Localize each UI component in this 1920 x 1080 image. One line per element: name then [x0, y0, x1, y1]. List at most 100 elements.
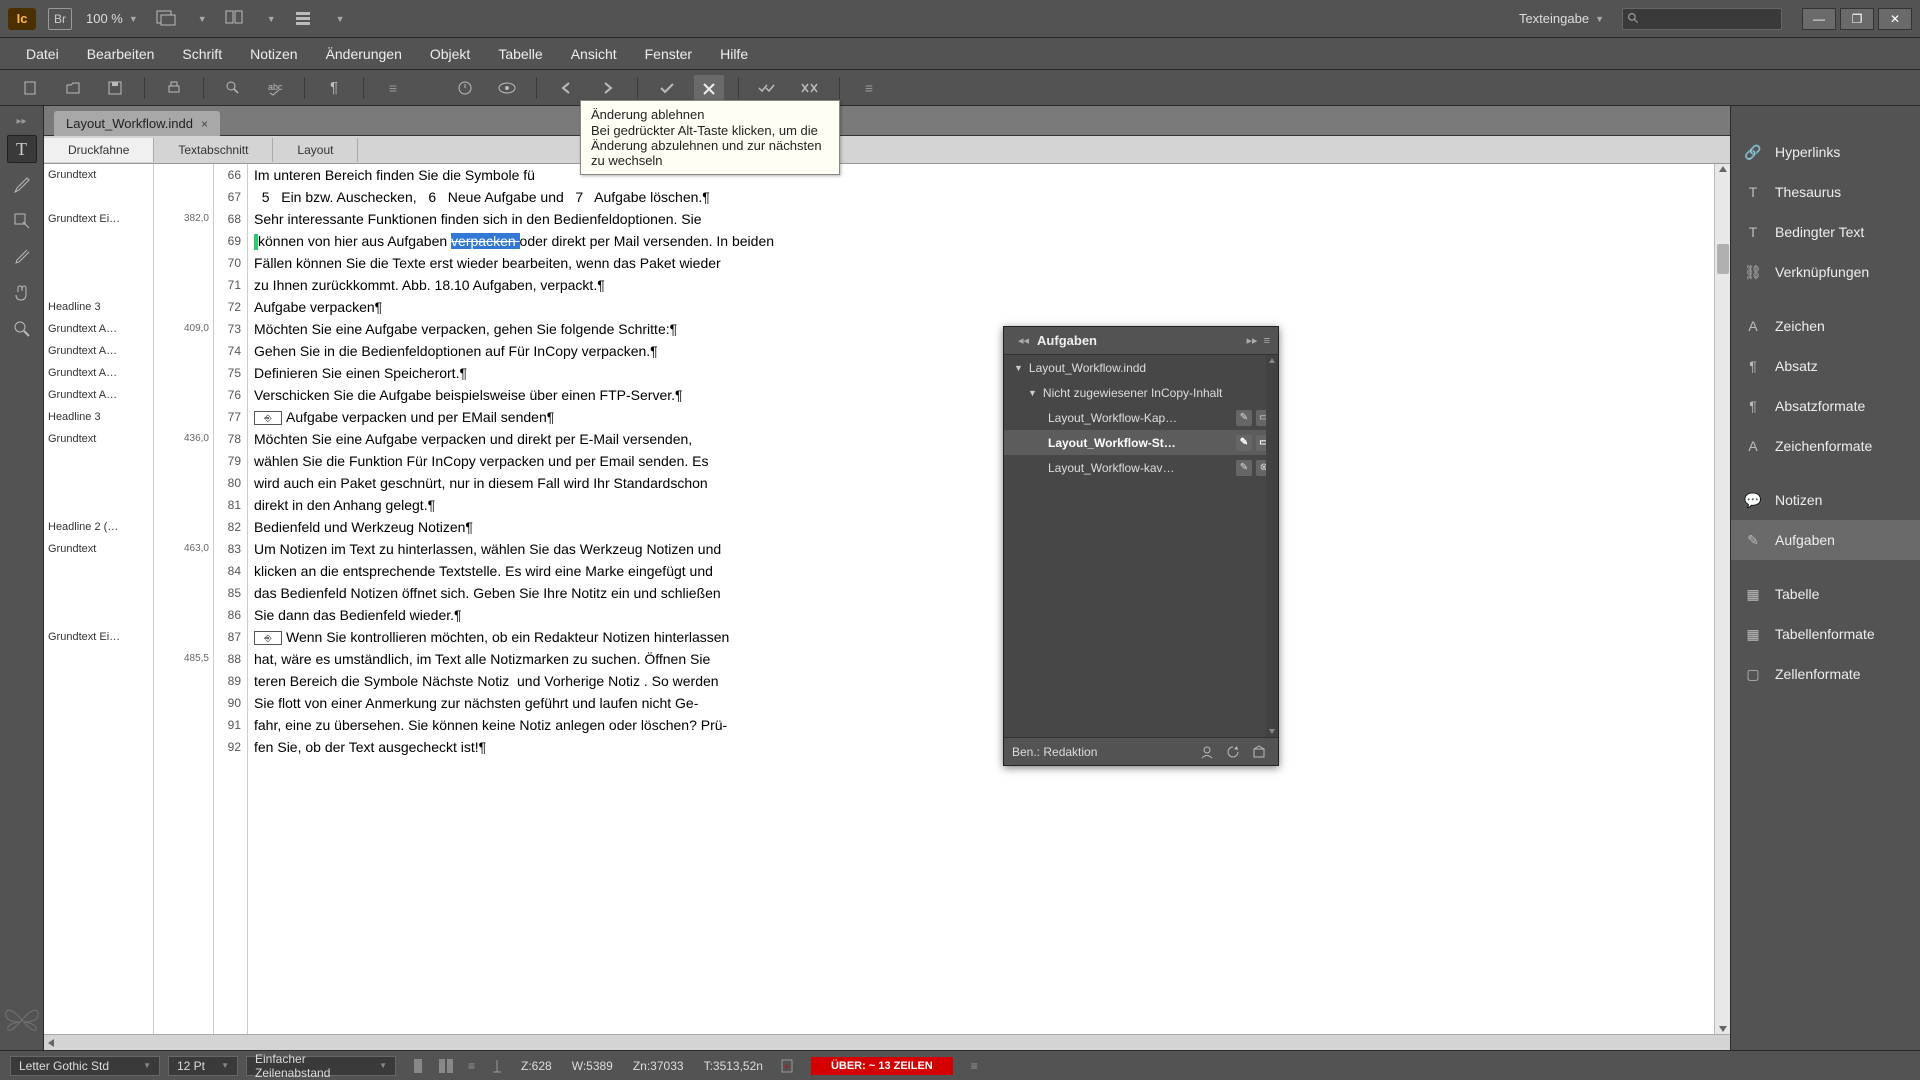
panel-tab-tabellenformate[interactable]: ▦Tabellenformate	[1731, 614, 1920, 654]
search-input[interactable]	[1622, 8, 1782, 30]
menu-ansicht[interactable]: Ansicht	[557, 40, 631, 68]
workspace-dropdown-icon[interactable]: ▼	[1595, 14, 1604, 24]
text-line[interactable]: direkt in den Anhang gelegt.¶	[254, 494, 1714, 516]
menu-objekt[interactable]: Objekt	[416, 40, 484, 68]
disclosure-icon[interactable]: ▼	[1014, 363, 1023, 373]
toolbar-menu-2-icon[interactable]: ≡	[854, 75, 884, 101]
screen-mode-icon[interactable]	[156, 10, 178, 28]
panel-tab-absatz[interactable]: ¶Absatz	[1731, 346, 1920, 386]
zoom-dropdown-icon[interactable]: ▼	[129, 14, 138, 24]
text-line[interactable]: wird auch ein Paket geschnürt, nur in di…	[254, 472, 1714, 494]
text-line[interactable]: Definieren Sie einen Speicherort.¶	[254, 362, 1714, 384]
toolbar-menu-icon[interactable]: ≡	[378, 75, 408, 101]
aufgaben-item[interactable]: Layout_Workflow-Str…✎▭	[1004, 430, 1278, 455]
arrange-dropdown-icon[interactable]: ▼	[267, 14, 276, 24]
paragraph-marks-icon[interactable]: ¶	[319, 75, 349, 101]
text-line[interactable]: Um Notizen im Text zu hinterlassen, wähl…	[254, 538, 1714, 560]
type-tool-icon[interactable]: T	[7, 135, 37, 163]
menu-schrift[interactable]: Schrift	[168, 40, 236, 68]
prev-change-icon[interactable]	[551, 75, 581, 101]
text-line[interactable]: Möchten Sie eine Aufgabe verpacken und d…	[254, 428, 1714, 450]
hand-tool-icon[interactable]	[7, 279, 37, 307]
edit-icon[interactable]: ✎	[1236, 435, 1252, 451]
horizontal-scrollbar[interactable]	[44, 1034, 1730, 1050]
text-line[interactable]: Verschicken Sie die Aufgabe beispielswei…	[254, 384, 1714, 406]
text-line[interactable]: Sie flott von einer Anmerkung zur nächst…	[254, 692, 1714, 714]
tracked-deletion[interactable]: verpacken	[451, 233, 519, 249]
leading-selector[interactable]: Einfacher Zeilenabstand▼	[246, 1056, 396, 1076]
text-line[interactable]: Sie dann das Bedienfeld wieder.¶	[254, 604, 1714, 626]
text-line[interactable]: ⎆Wenn Sie kontrollieren möchten, ob ein …	[254, 626, 1714, 648]
panel-tab-zeichen[interactable]: AZeichen	[1731, 306, 1920, 346]
reject-all-icon[interactable]	[795, 75, 825, 101]
aufgaben-item[interactable]: Layout_Workflow-kave-6…✎⊗	[1004, 455, 1278, 480]
text-line[interactable]: teren Bereich die Symbole Nächste Notiz …	[254, 670, 1714, 692]
text-line[interactable]: zu Ihnen zurückkommt. Abb. 18.10 Aufgabe…	[254, 274, 1714, 296]
note-tool-icon[interactable]	[7, 171, 37, 199]
text-line[interactable]: fahr, eine zu übersehen. Sie können kein…	[254, 714, 1714, 736]
new-icon[interactable]	[16, 75, 46, 101]
panel-scrollbar[interactable]	[1266, 355, 1278, 737]
workspace-label[interactable]: Texteingabe	[1519, 11, 1589, 26]
column-single-icon[interactable]	[406, 1056, 430, 1076]
text-line[interactable]: wählen Sie die Funktion Für InCopy verpa…	[254, 450, 1714, 472]
zoom-level[interactable]: 100 %	[86, 11, 123, 26]
menu-aenderungen[interactable]: Änderungen	[312, 40, 416, 68]
next-change-icon[interactable]	[593, 75, 623, 101]
menu-bearbeiten[interactable]: Bearbeiten	[73, 40, 169, 68]
text-line[interactable]: Aufgabe verpacken¶	[254, 296, 1714, 318]
user-icon[interactable]	[1196, 743, 1218, 761]
panel-tab-zeichenformate[interactable]: AZeichenformate	[1731, 426, 1920, 466]
text-line[interactable]: ⎆Aufgabe verpacken und per EMail senden¶	[254, 406, 1714, 428]
aufgaben-root[interactable]: ▼ Layout_Workflow.indd	[1004, 355, 1278, 380]
menu-tabelle[interactable]: Tabelle	[484, 40, 556, 68]
package-icon[interactable]	[1248, 743, 1270, 761]
panel-tab-aufgaben[interactable]: ✎Aufgaben	[1731, 520, 1920, 560]
view-options-dropdown-icon[interactable]: ▼	[336, 14, 345, 24]
open-icon[interactable]	[58, 75, 88, 101]
reject-change-icon[interactable]	[694, 75, 724, 101]
panel-tab-bedingter text[interactable]: TBedingter Text	[1731, 212, 1920, 252]
scroll-thumb[interactable]	[1717, 244, 1729, 274]
find-icon[interactable]	[218, 75, 248, 101]
scroll-down-icon[interactable]	[1719, 1026, 1727, 1032]
menu-fenster[interactable]: Fenster	[631, 40, 706, 68]
collapse-icon[interactable]: ▸▸	[16, 116, 26, 127]
document-tab[interactable]: Layout_Workflow.indd ×	[54, 111, 220, 136]
panel-tab-tabelle[interactable]: ▦Tabelle	[1731, 574, 1920, 614]
menu-notizen[interactable]: Notizen	[236, 40, 311, 68]
info-icon[interactable]	[485, 1056, 509, 1076]
scroll-down-icon[interactable]	[1269, 729, 1275, 734]
text-line[interactable]: können von hier aus Aufgaben verpacken o…	[254, 230, 1714, 252]
panel-tab-hyperlinks[interactable]: 🔗Hyperlinks	[1731, 132, 1920, 172]
view-tab-druckfahne[interactable]: Druckfahne	[44, 138, 154, 162]
accept-change-icon[interactable]	[652, 75, 682, 101]
close-tab-icon[interactable]: ×	[201, 117, 208, 131]
aufgaben-item[interactable]: Layout_Workflow-Kapitel✎▭	[1004, 405, 1278, 430]
column-double-icon[interactable]	[434, 1056, 458, 1076]
update-icon[interactable]	[1222, 743, 1244, 761]
print-icon[interactable]	[159, 75, 189, 101]
panel-tab-notizen[interactable]: 💬Notizen	[1731, 480, 1920, 520]
view-options-icon[interactable]	[294, 10, 316, 28]
spellcheck-icon[interactable]: abc	[260, 75, 290, 101]
panel-collapse-icon[interactable]: ◂◂	[1018, 334, 1029, 347]
track-changes-toggle-icon[interactable]	[450, 75, 480, 101]
disclosure-icon[interactable]: ▼	[1028, 388, 1037, 398]
bridge-icon[interactable]: Br	[48, 8, 72, 30]
panel-tab-thesaurus[interactable]: TThesaurus	[1731, 172, 1920, 212]
panel-tab-verknüpfungen[interactable]: ⛓Verknüpfungen	[1731, 252, 1920, 292]
arrange-icon[interactable]	[225, 10, 247, 28]
size-selector[interactable]: 12 Pt▼	[168, 1056, 238, 1076]
text-line[interactable]: fen Sie, ob der Text ausgecheckt ist!¶	[254, 736, 1714, 758]
minimize-button[interactable]: —	[1802, 8, 1836, 30]
scroll-up-icon[interactable]	[1719, 166, 1727, 172]
save-icon[interactable]	[100, 75, 130, 101]
view-tab-textabschnitt[interactable]: Textabschnitt	[154, 138, 273, 162]
text-line[interactable]: Im unteren Bereich finden Sie die Symbol…	[254, 164, 1714, 186]
scroll-up-icon[interactable]	[1269, 358, 1275, 363]
panel-expand-icon[interactable]: ▸▸	[1247, 334, 1258, 347]
zoom-tool-icon[interactable]	[7, 315, 37, 343]
maximize-button[interactable]: ❐	[1840, 8, 1874, 30]
text-line[interactable]: Fällen können Sie die Texte erst wieder …	[254, 252, 1714, 274]
